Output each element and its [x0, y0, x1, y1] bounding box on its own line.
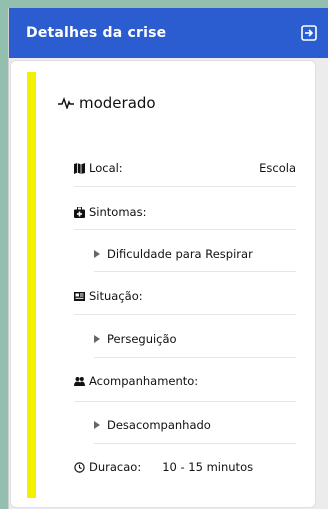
- divider: [74, 401, 296, 402]
- crisis-card: [10, 60, 316, 508]
- sintomas-item: Dificuldade para Respirar: [94, 247, 253, 261]
- situacao-label: Situação:: [89, 289, 143, 303]
- severity-label: moderado: [79, 94, 156, 112]
- situacao-row: Situação:: [74, 289, 296, 303]
- clock-icon: [74, 461, 85, 473]
- divider: [94, 443, 296, 444]
- exit-icon[interactable]: [299, 23, 319, 43]
- severity-level: moderado: [58, 92, 156, 114]
- acompanhamento-label: Acompanhamento:: [89, 374, 199, 388]
- situacao-item: Perseguição: [94, 332, 177, 346]
- caret-right-icon: [94, 250, 100, 258]
- acompanhamento-item: Desacompanhado: [94, 418, 211, 432]
- acompanhamento-row: Acompanhamento:: [74, 374, 296, 388]
- divider: [94, 357, 296, 358]
- local-label: Local:: [89, 161, 123, 175]
- caret-right-icon: [94, 335, 100, 343]
- divider: [94, 271, 296, 272]
- duracao-value: 10 - 15 minutos: [162, 460, 254, 474]
- people-icon: [74, 376, 85, 386]
- map-icon: [74, 162, 85, 174]
- divider: [74, 229, 296, 230]
- caret-right-icon: [94, 421, 100, 429]
- medical-kit-icon: [74, 206, 85, 218]
- panel-title: Detalhes da crise: [26, 25, 167, 41]
- local-row: Local: Escola: [74, 161, 296, 175]
- sintomas-row: Sintomas:: [74, 205, 296, 219]
- pulse-icon: [58, 97, 74, 109]
- sintomas-label: Sintomas:: [89, 205, 147, 219]
- divider: [74, 186, 296, 187]
- sintomas-item-text: Dificuldade para Respirar: [107, 247, 253, 261]
- duracao-row: Duracao: 10 - 15 minutos: [74, 460, 296, 474]
- duracao-label: Duracao:: [89, 460, 142, 474]
- severity-indicator-bar: [27, 72, 36, 498]
- divider: [74, 314, 296, 315]
- panel-header: Detalhes da crise: [9, 8, 328, 58]
- acompanhamento-item-text: Desacompanhado: [107, 418, 211, 432]
- local-value: Escola: [259, 161, 296, 175]
- situacao-item-text: Perseguição: [107, 332, 177, 346]
- newspaper-icon: [74, 291, 85, 301]
